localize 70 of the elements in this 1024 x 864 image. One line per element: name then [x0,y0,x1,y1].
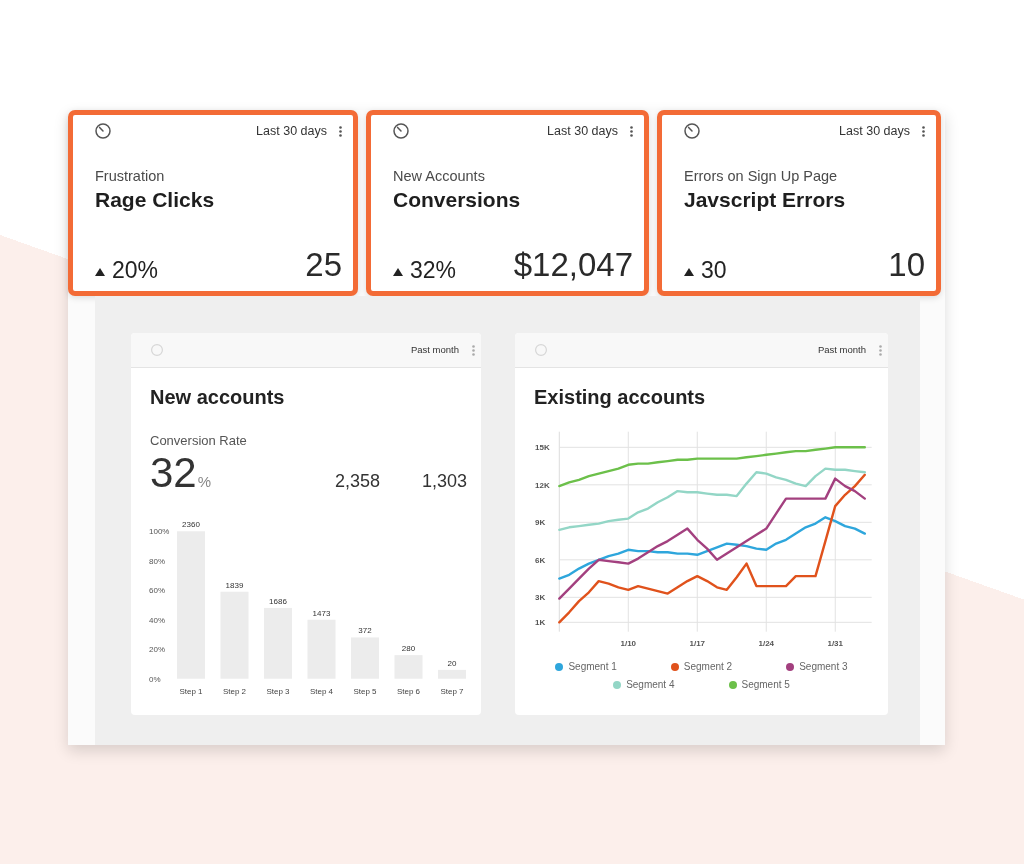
up-triangle-icon [393,268,403,276]
more-icon[interactable] [339,125,342,137]
date-range-label: Past month [817,344,866,356]
axis-tick-label: 12K [535,480,550,490]
axis-tick-label: 1/24 [758,639,775,648]
axis-tick-label: 3K [535,593,546,603]
clock-icon [95,123,111,139]
date-range-label: Last 30 days [839,123,910,139]
date-range-label: Last 30 days [547,123,618,139]
stat-value: 1,303 [421,471,467,492]
bar-value-label: 20 [447,658,457,668]
circle-icon [535,344,547,356]
axis-category-label: Step 1 [179,687,203,696]
card-title: Rage Clicks [95,187,216,212]
axis-tick-label: 1/10 [620,639,637,648]
legend-label: Segment 1 [568,660,617,674]
axis-tick-label: 1/17 [689,639,706,648]
clock-icon [684,123,700,139]
panel-title: Existing accounts [534,385,707,409]
card-value: $12,047 [513,247,633,283]
up-triangle-icon [95,268,105,276]
axis-tick-label: 60% [149,586,165,596]
date-range-label: Last 30 days [256,123,327,139]
metric-value: 32 [150,452,197,494]
legend-label: Segment 3 [799,660,848,674]
axis-tick-label: 9K [535,518,546,528]
axis-tick-label: 1K [535,618,546,628]
axis-tick-label: 80% [149,556,165,566]
legend-label: Segment 5 [741,678,790,692]
card-value: 10 [888,247,925,283]
more-icon[interactable] [922,125,925,137]
change-value: 32% [410,257,457,283]
stat-value: 2,358 [334,471,380,492]
axis-tick-label: 6K [535,555,546,565]
axis-tick-label: 40% [149,615,165,625]
bar-value-label: 1839 [225,580,244,590]
axis-tick-label: 15K [535,443,550,453]
card-title: Javscript Errors [684,187,847,212]
card-subtitle: New Accounts [393,168,486,185]
change-value: 20% [112,257,159,283]
card-subtitle: Errors on Sign Up Page [684,168,839,185]
more-icon[interactable] [630,125,633,137]
change-value: 30 [701,257,727,283]
up-triangle-icon [684,268,694,276]
card-title: Conversions [393,187,522,212]
axis-tick-label: 100% [149,527,170,537]
metric-label: Conversion Rate [150,433,248,449]
date-range-label: Past month [410,344,459,356]
legend-label: Segment 4 [626,678,675,692]
axis-category-label: Step 3 [266,687,290,696]
clock-icon [393,123,409,139]
legend-label: Segment 2 [683,660,733,674]
card-subtitle: Frustration [95,168,166,185]
axis-category-label: Step 2 [222,687,247,696]
axis-tick-label: 0% [149,674,161,684]
metric-unit: % [197,473,212,490]
axis-category-label: Step 6 [396,687,421,696]
panel-title: New accounts [150,385,286,409]
bar-value-label: 1686 [269,596,287,606]
bar-value-label: 1473 [312,608,331,618]
bar-value-label: 372 [358,626,372,636]
axis-tick-label: 20% [149,645,165,655]
card-value: 25 [305,247,342,283]
axis-category-label: Step 7 [440,687,464,696]
circle-icon [151,344,163,356]
axis-category-label: Step 5 [353,687,377,696]
axis-tick-label: 1/31 [827,639,844,648]
bar-value-label: 2360 [182,520,200,530]
bar-value-label: 280 [401,644,416,654]
axis-category-label: Step 4 [309,687,334,696]
